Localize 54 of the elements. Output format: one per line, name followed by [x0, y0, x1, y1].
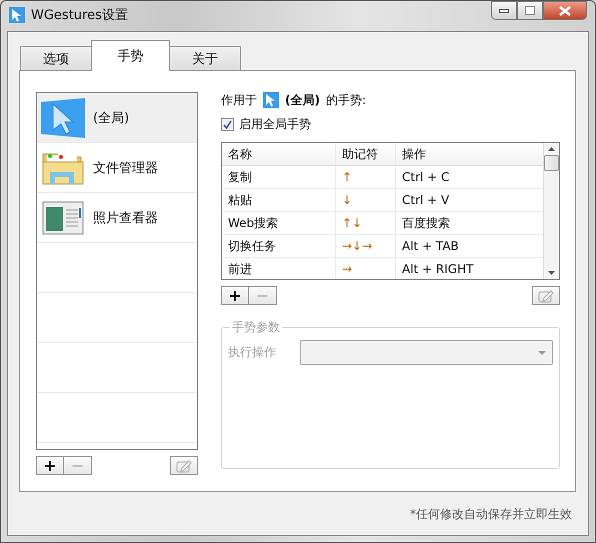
table-cell-text: 百度搜索 — [401, 214, 451, 232]
pencil-icon — [538, 288, 554, 302]
table-cell: →↓→ — [336, 235, 396, 257]
column-header[interactable]: 助记符 — [336, 143, 396, 165]
table-cell: Web搜索 — [222, 212, 336, 234]
cursor-icon — [263, 92, 279, 108]
app-list-item[interactable]: 照片查看器 — [37, 193, 197, 243]
footer-note: *任何修改自动保存并立即生效 — [410, 506, 572, 523]
scroll-thumb[interactable] — [544, 155, 559, 171]
table-cell: 切换任务 — [222, 235, 336, 257]
close-icon — [559, 6, 571, 16]
maximize-button[interactable] — [517, 1, 543, 20]
app-name: 照片查看器 — [93, 210, 158, 226]
table-cell: 前进 — [222, 258, 336, 279]
header-label: 的手势: — [326, 92, 366, 108]
dropdown-arrow-icon — [538, 350, 546, 354]
column-header[interactable]: 名称 — [222, 143, 336, 165]
table-cell: ↓ — [336, 189, 396, 211]
maximize-icon — [525, 6, 535, 15]
add-button[interactable]: + — [36, 456, 64, 475]
column-header[interactable]: 操作 — [396, 143, 543, 165]
minimize-button[interactable] — [491, 1, 517, 20]
add-button[interactable]: + — [221, 286, 249, 305]
header-label: 作用于 — [221, 92, 257, 108]
scroll-down-icon — [548, 271, 555, 275]
tab[interactable]: 选项 — [20, 46, 92, 70]
scroll-up-icon — [548, 147, 555, 151]
header-app-name: (全局) — [285, 92, 320, 108]
app-list-item[interactable]: (全局) — [37, 93, 197, 143]
table-cell-text: Ctrl + V — [401, 192, 450, 209]
app-name: (全局) — [93, 110, 130, 126]
close-button[interactable] — [543, 1, 587, 20]
cursor-icon — [9, 7, 25, 23]
minimize-icon — [499, 8, 509, 12]
table-cell-text: Alt + RIGHT — [401, 261, 474, 278]
group-title: 手势参数 — [231, 319, 281, 336]
pencil-icon — [176, 458, 192, 472]
tab[interactable]: 手势 — [91, 40, 170, 71]
scrollbar[interactable] — [543, 143, 559, 279]
window-title: WGestures设置 — [31, 7, 128, 24]
table-cell-text: Alt + TAB — [401, 238, 460, 255]
tab[interactable]: 关于 — [169, 46, 241, 70]
table-cell: → — [336, 258, 396, 279]
table-cell-text: Ctrl + C — [401, 169, 450, 186]
checkbox[interactable] — [221, 118, 234, 131]
app-name: 文件管理器 — [93, 160, 158, 176]
table-cell: 复制 — [222, 166, 336, 188]
app-list-item[interactable]: 文件管理器 — [37, 143, 197, 193]
table-cell: ↑ — [336, 166, 396, 188]
field-label: 执行操作 — [228, 344, 277, 361]
cursor-icon — [41, 98, 85, 138]
checkbox-label: 启用全局手势 — [239, 116, 311, 133]
table-cell: 粘贴 — [222, 189, 336, 211]
table-cell: ↑↓ — [336, 212, 396, 234]
